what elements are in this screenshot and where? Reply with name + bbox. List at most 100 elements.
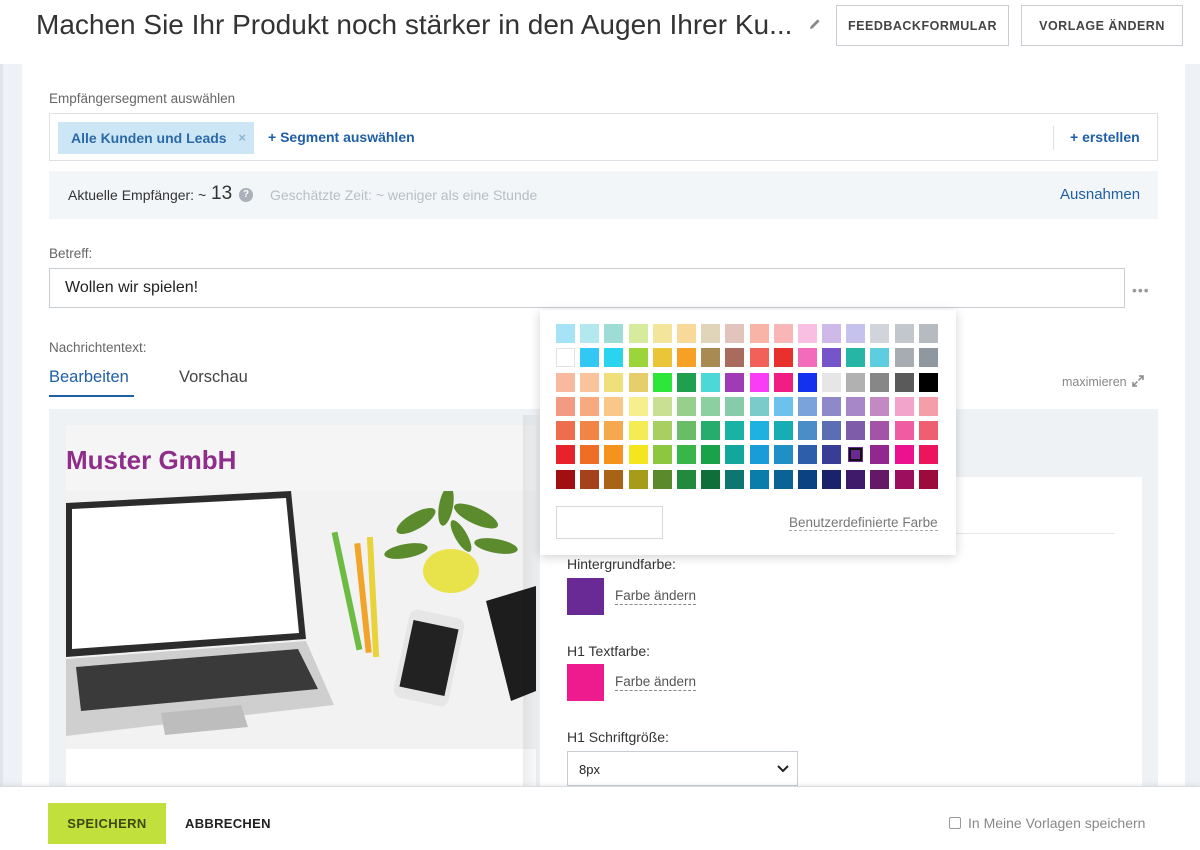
color-swatch[interactable] [749, 348, 769, 368]
tab-preview[interactable]: Vorschau [179, 368, 248, 387]
color-swatch[interactable] [773, 421, 793, 441]
color-swatch[interactable] [773, 469, 793, 489]
color-swatch[interactable] [725, 324, 745, 343]
h1-font-size-select[interactable]: 8px [567, 751, 798, 786]
color-swatch[interactable] [797, 372, 817, 392]
color-swatch[interactable] [580, 348, 600, 368]
save-template-checkbox[interactable] [949, 817, 961, 829]
color-swatch[interactable] [701, 372, 721, 392]
color-swatch[interactable] [604, 469, 624, 489]
color-swatch[interactable] [773, 348, 793, 368]
color-swatch[interactable] [652, 445, 672, 465]
color-swatch[interactable] [870, 469, 890, 489]
color-swatch[interactable] [725, 396, 745, 416]
color-swatch[interactable] [822, 348, 842, 368]
custom-color-link[interactable]: Benutzerdefinierte Farbe [789, 515, 938, 531]
h1-color-swatch[interactable] [567, 664, 604, 701]
exceptions-link[interactable]: Ausnahmen [1060, 186, 1140, 203]
color-swatch[interactable] [797, 348, 817, 368]
color-swatch[interactable] [580, 372, 600, 392]
color-swatch[interactable] [749, 421, 769, 441]
color-swatch[interactable] [628, 421, 648, 441]
color-swatch[interactable] [676, 421, 696, 441]
color-swatch[interactable] [652, 372, 672, 392]
color-swatch[interactable] [701, 469, 721, 489]
color-swatch[interactable] [628, 372, 648, 392]
color-swatch[interactable] [894, 396, 914, 416]
change-background-color-link[interactable]: Farbe ändern [615, 588, 697, 605]
color-swatch[interactable] [749, 324, 769, 343]
segment-selector[interactable]: Alle Kunden und Leads × + Segment auswäh… [49, 113, 1158, 161]
color-swatch[interactable] [918, 372, 938, 392]
color-swatch[interactable] [870, 348, 890, 368]
color-swatch[interactable] [701, 421, 721, 441]
color-swatch[interactable] [628, 445, 648, 465]
color-swatch[interactable] [652, 421, 672, 441]
color-swatch[interactable] [580, 445, 600, 465]
color-swatch[interactable] [676, 324, 696, 343]
feedback-form-button[interactable]: FEEDBACKFORMULAR [836, 5, 1009, 46]
color-swatch[interactable] [604, 421, 624, 441]
color-swatch[interactable] [725, 469, 745, 489]
color-swatch[interactable] [894, 469, 914, 489]
color-swatch[interactable] [725, 348, 745, 368]
color-swatch[interactable] [797, 396, 817, 416]
color-swatch[interactable] [773, 445, 793, 465]
expand-icon[interactable] [1131, 374, 1145, 388]
color-swatch[interactable] [556, 348, 575, 368]
color-swatch[interactable] [628, 324, 648, 343]
subject-input[interactable]: Wollen wir spielen! [49, 268, 1125, 308]
color-swatch[interactable] [846, 421, 866, 441]
email-preview[interactable]: Muster GmbH [66, 425, 536, 786]
color-swatch[interactable] [652, 396, 672, 416]
color-swatch[interactable] [870, 372, 890, 392]
color-swatch[interactable] [870, 396, 890, 416]
color-swatch[interactable] [725, 372, 745, 392]
color-swatch[interactable] [652, 469, 672, 489]
color-swatch[interactable] [749, 396, 769, 416]
color-swatch[interactable] [918, 445, 938, 465]
color-swatch[interactable] [773, 372, 793, 392]
color-swatch[interactable] [846, 445, 866, 465]
help-icon[interactable]: ? [239, 188, 253, 202]
color-swatch[interactable] [604, 348, 624, 368]
color-swatch[interactable] [822, 445, 842, 465]
color-swatch[interactable] [918, 421, 938, 441]
color-swatch[interactable] [725, 421, 745, 441]
more-options-icon[interactable]: ••• [1132, 282, 1150, 298]
color-swatch[interactable] [580, 396, 600, 416]
color-swatch[interactable] [773, 396, 793, 416]
remove-segment-icon[interactable]: × [238, 130, 246, 145]
color-swatch[interactable] [749, 372, 769, 392]
color-swatch[interactable] [797, 445, 817, 465]
color-swatch[interactable] [628, 396, 648, 416]
color-swatch[interactable] [701, 396, 721, 416]
color-swatch[interactable] [676, 372, 696, 392]
color-swatch[interactable] [628, 469, 648, 489]
color-swatch[interactable] [870, 324, 890, 343]
color-swatch[interactable] [676, 469, 696, 489]
select-segment-link[interactable]: + Segment auswählen [268, 129, 415, 145]
color-swatch[interactable] [918, 348, 938, 368]
color-swatch[interactable] [556, 421, 575, 441]
color-swatch[interactable] [628, 348, 648, 368]
change-template-button[interactable]: VORLAGE ÄNDERN [1021, 5, 1183, 46]
color-swatch[interactable] [580, 421, 600, 441]
color-swatch[interactable] [749, 445, 769, 465]
cancel-button[interactable]: ABBRECHEN [185, 816, 271, 831]
color-swatch[interactable] [556, 324, 575, 343]
color-swatch[interactable] [604, 445, 624, 465]
color-swatch[interactable] [797, 469, 817, 489]
color-swatch[interactable] [846, 396, 866, 416]
color-swatch[interactable] [676, 445, 696, 465]
color-swatch[interactable] [918, 396, 938, 416]
color-swatch[interactable] [701, 445, 721, 465]
color-swatch[interactable] [846, 324, 866, 343]
color-swatch[interactable] [846, 348, 866, 368]
color-swatch[interactable] [652, 324, 672, 343]
color-swatch[interactable] [580, 469, 600, 489]
color-swatch[interactable] [604, 372, 624, 392]
change-h1-color-link[interactable]: Farbe ändern [615, 674, 697, 691]
color-swatch[interactable] [870, 445, 890, 465]
color-swatch[interactable] [918, 469, 938, 489]
